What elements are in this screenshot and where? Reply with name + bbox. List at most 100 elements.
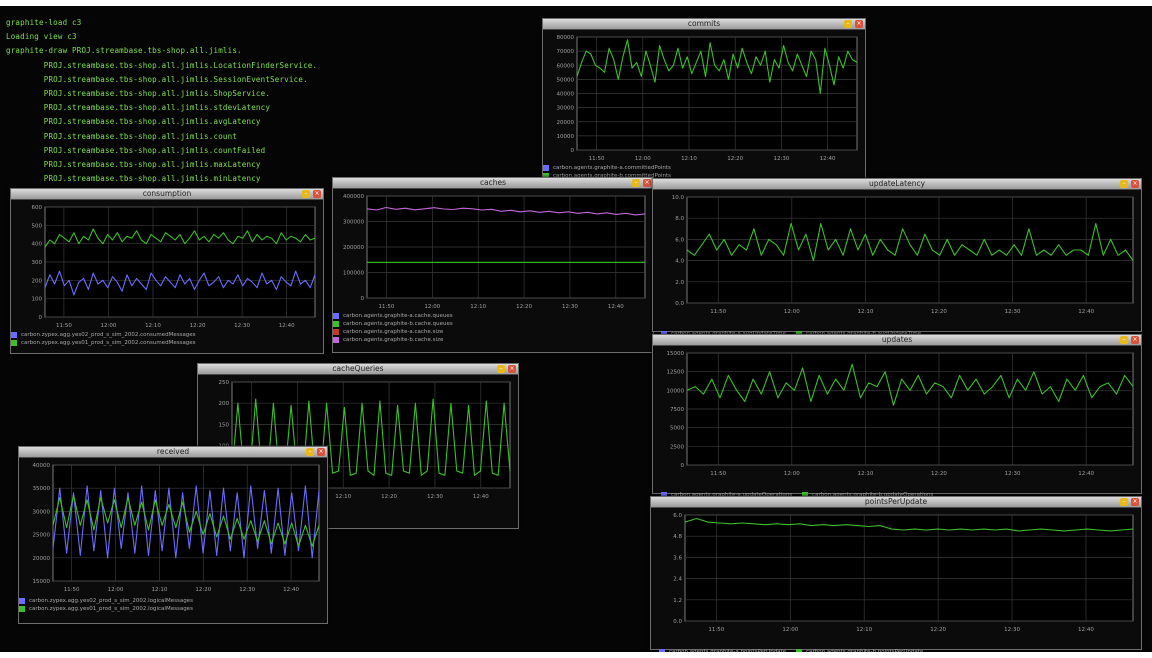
console-line: graphite-load c3 <box>6 18 82 27</box>
close-icon[interactable]: × <box>1131 498 1139 506</box>
window-received[interactable]: received – × 40000 35000 30000 25000 20000 15… <box>18 446 328 624</box>
legend-swatch <box>543 165 549 171</box>
x-tick-label: 12:40 <box>1078 627 1094 633</box>
plot-updateLatency: 10.0 8.0 6.0 4.0 2.0 0.0 11:50 12:00 12:10 12:20 1… <box>653 191 1141 319</box>
console-line: PROJ.streambase.tbs-shop.all.jimlis.Shop… <box>6 89 271 99</box>
window-title: commits <box>687 19 721 28</box>
y-tick-label: 2.0 <box>675 280 684 286</box>
titlebar[interactable]: updateLatency – × <box>653 179 1141 190</box>
x-tick-label: 12:10 <box>145 323 161 329</box>
window-commits[interactable]: commits – × 80000 70000 60000 50000 40000 300… <box>542 18 866 186</box>
x-tick-label: 12:30 <box>773 156 789 162</box>
y-tick-label: 1.2 <box>673 598 682 604</box>
minimize-icon[interactable]: – <box>1120 498 1128 506</box>
y-tick-label: 500 <box>32 223 43 229</box>
console-line: Loading view c3 <box>6 32 77 42</box>
close-icon[interactable]: × <box>508 365 516 373</box>
x-tick-label: 12:00 <box>784 309 800 315</box>
minimize-icon[interactable]: – <box>306 448 314 456</box>
legend-item: carbon.agents.graphite-a.cache.queues <box>333 312 653 320</box>
y-tick-label: 25000 <box>33 533 51 539</box>
close-icon[interactable]: × <box>643 179 651 187</box>
legend-label: carbon.zypex.agg.yes02_prod_s_sim_2002.c… <box>21 332 196 338</box>
console-line: PROJ.streambase.tbs-shop.all.jimlis.stde… <box>6 103 271 113</box>
window-title: updateLatency <box>868 179 926 188</box>
close-icon[interactable]: × <box>1131 336 1139 344</box>
x-tick-label: 12:40 <box>1078 471 1094 477</box>
titlebar[interactable]: updates – × <box>653 335 1141 346</box>
console-line: graphite-draw PROJ.streambase.tbs-shop.a… <box>6 46 242 56</box>
window-title: caches <box>479 178 507 187</box>
y-tick-label: 80000 <box>557 35 575 41</box>
y-tick-label: 40000 <box>33 463 51 469</box>
y-tick-label: 6.0 <box>673 513 682 519</box>
window-updates[interactable]: updates – × 15000 12500 10000 7500 5000 2500 0… <box>652 334 1142 498</box>
x-tick-label: 12:00 <box>635 156 651 162</box>
y-tick-label: 200 <box>32 278 43 284</box>
y-tick-label: 8.0 <box>675 216 684 222</box>
plot-area <box>686 196 1134 304</box>
close-icon[interactable]: × <box>313 190 321 198</box>
titlebar[interactable]: cacheQueries – × <box>198 364 518 375</box>
y-tick-label: 4.0 <box>675 259 684 265</box>
plot-pointsPerUpdate: 6.0 4.8 3.6 2.4 1.2 0.0 11:50 12:00 12:10 12:20 12… <box>651 509 1141 637</box>
console-line: PROJ.streambase.tbs-shop.all.jimlis.coun… <box>6 131 238 141</box>
chart-svg: 15000 12500 10000 7500 5000 2500 0 11:50 12:00 12… <box>667 351 1134 477</box>
x-tick-label: 12:00 <box>782 627 798 633</box>
y-tick-label: 20000 <box>557 120 575 126</box>
legend-caches: carbon.agents.graphite-a.cache.queues car… <box>333 312 653 344</box>
x-tick-label: 11:50 <box>589 156 605 162</box>
y-tick-label: 150 <box>219 422 230 428</box>
close-icon[interactable]: × <box>317 448 325 456</box>
y-tick-label: 0.0 <box>675 301 684 307</box>
y-tick-label: 70000 <box>557 49 575 55</box>
graphite-console[interactable]: graphite-load c3 Loading view c3 graphite-… <box>6 16 526 201</box>
window-title: received <box>156 447 190 456</box>
window-consumption[interactable]: consumption – × 600 500 400 300 200 100 0 11:50… <box>10 188 324 354</box>
x-tick-label: 12:10 <box>857 309 873 315</box>
legend-label: carbon.agents.graphite-a.cache.size <box>343 329 444 335</box>
chart-svg: 6.0 4.8 3.6 2.4 1.2 0.0 11:50 12:00 12:10 12:20 12… <box>673 513 1134 633</box>
y-tick-label: 2500 <box>670 444 684 450</box>
minimize-icon[interactable]: – <box>632 179 640 187</box>
close-icon[interactable]: × <box>1131 180 1139 188</box>
console-line: PROJ.streambase.tbs-shop.all.jimlis.coun… <box>6 145 266 155</box>
x-tick-label: 12:20 <box>195 587 211 593</box>
y-tick-label: 5000 <box>670 426 684 432</box>
x-tick-label: 12:20 <box>931 471 947 477</box>
window-title: updates <box>881 335 913 344</box>
x-tick-label: 12:00 <box>424 304 440 310</box>
x-tick-label: 11:50 <box>708 627 724 633</box>
y-tick-label: 100000 <box>343 271 364 277</box>
legend-item: carbon.zypex.agg.yes02_prod_s_sim_2002.l… <box>19 597 327 605</box>
close-icon[interactable]: × <box>855 20 863 28</box>
titlebar[interactable]: commits – × <box>543 19 865 30</box>
window-pointsPerUpdate[interactable]: pointsPerUpdate – × 6.0 4.8 3.6 2.4 1.2 0.0 11… <box>650 496 1142 652</box>
x-tick-label: 12:40 <box>608 304 624 310</box>
minimize-icon[interactable]: – <box>1120 180 1128 188</box>
chart-svg: 10.0 8.0 6.0 4.0 2.0 0.0 11:50 12:00 12:10 12:20 1… <box>672 195 1134 315</box>
legend-label: carbon.agents.graphite-a.cache.queues <box>343 313 453 319</box>
window-title: cacheQueries <box>332 364 384 373</box>
legend-received: carbon.zypex.agg.yes02_prod_s_sim_2002.l… <box>19 597 327 613</box>
titlebar[interactable]: pointsPerUpdate – × <box>651 497 1141 508</box>
window-title: consumption <box>142 189 192 198</box>
minimize-icon[interactable]: – <box>302 190 310 198</box>
minimize-icon[interactable]: – <box>1120 336 1128 344</box>
x-tick-label: 12:10 <box>681 156 697 162</box>
x-tick-label: 11:50 <box>710 309 726 315</box>
titlebar[interactable]: received – × <box>19 447 327 458</box>
y-tick-label: 30000 <box>33 509 51 515</box>
x-tick-label: 11:50 <box>379 304 395 310</box>
window-updateLatency[interactable]: updateLatency – × 10.0 8.0 6.0 4.0 2.0 0.0 11:… <box>652 178 1142 337</box>
minimize-icon[interactable]: – <box>497 365 505 373</box>
y-tick-label: 300 <box>32 260 43 266</box>
y-tick-label: 100 <box>32 297 43 303</box>
legend-item: carbon.agents.graphite-a.pointsPerUpdate <box>659 648 786 652</box>
minimize-icon[interactable]: – <box>844 20 852 28</box>
titlebar[interactable]: caches – × <box>333 178 653 189</box>
window-title: pointsPerUpdate <box>864 497 928 506</box>
titlebar[interactable]: consumption – × <box>11 189 323 200</box>
window-caches[interactable]: caches – × 400000 300000 200000 100000 0 11:5… <box>332 177 654 353</box>
y-tick-label: 0 <box>361 296 365 302</box>
